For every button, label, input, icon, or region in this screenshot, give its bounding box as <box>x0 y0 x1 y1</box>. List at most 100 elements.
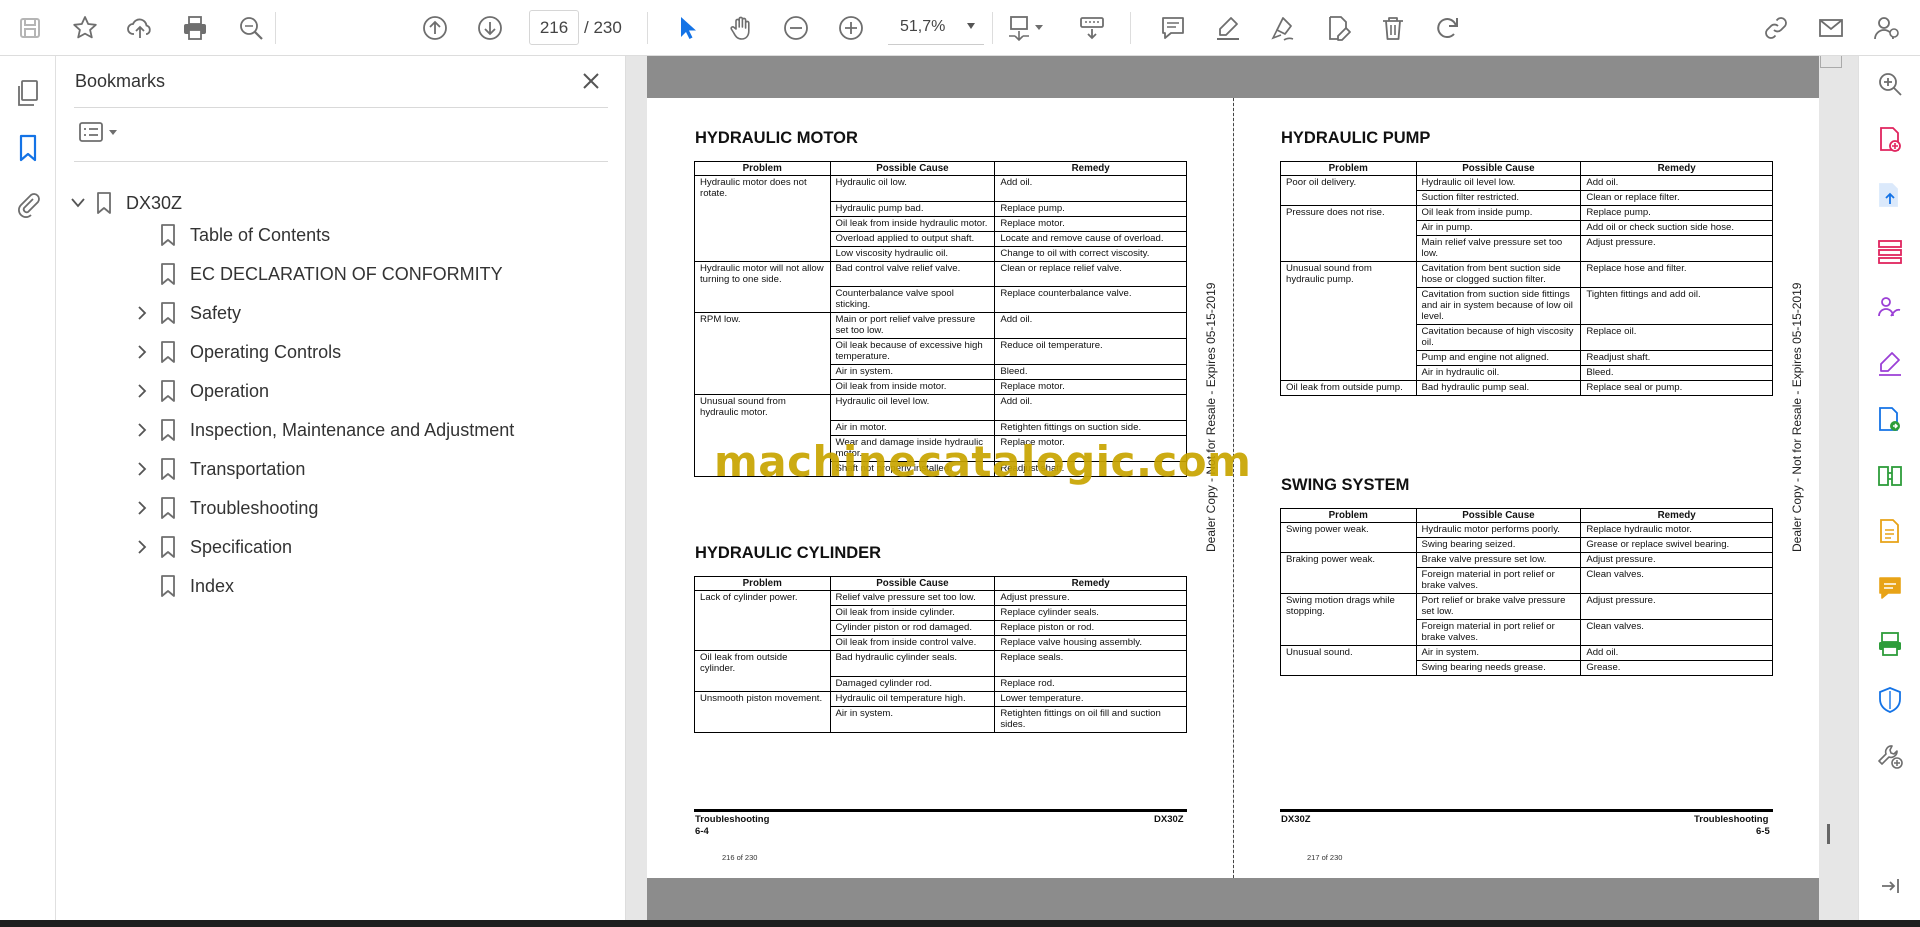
export-pdf-icon[interactable] <box>1872 178 1908 214</box>
upload-cloud-icon[interactable] <box>124 10 156 46</box>
cause-cell: Cavitation from bent suction side hose o… <box>1415 261 1582 288</box>
table-row: Oil leak from outside pump. Bad hydraulic… <box>1280 380 1773 396</box>
cause-cell: Counterbalance valve spool sticking. <box>829 286 996 313</box>
zoom-in-icon[interactable] <box>835 10 867 46</box>
delete-trash-icon[interactable] <box>1377 10 1409 46</box>
cause-cell: Main or port relief valve pressure set t… <box>829 312 996 339</box>
chevron-right-icon[interactable] <box>132 420 152 440</box>
bookmark-icon <box>158 574 178 598</box>
problem-cell <box>1280 350 1417 366</box>
bookmark-item[interactable]: EC DECLARATION OF CONFORMITY <box>132 258 503 290</box>
bookmark-icon <box>158 418 178 442</box>
table-row: Low viscosity hydraulic oil. Change to oi… <box>694 245 1187 262</box>
cause-cell: Cylinder piston or rod damaged. <box>829 620 996 636</box>
bookmark-item[interactable]: Inspection, Maintenance and Adjustment <box>132 414 514 446</box>
scrollbar-thumb[interactable] <box>1827 824 1830 844</box>
problem-cell: Lack of cylinder power. <box>694 590 831 606</box>
main-toolbar: 216 / 230 51,7% <box>0 0 1920 56</box>
zoom-out-icon[interactable] <box>780 10 812 46</box>
organize-pages-icon[interactable] <box>1872 234 1908 270</box>
table-row: Oil leak from inside cylinder. Replace cy… <box>694 605 1187 621</box>
protect-shield-icon[interactable] <box>1872 682 1908 718</box>
table-row: Unusual sound. Air in system. Add oil. <box>1280 645 1773 661</box>
chevron-right-icon[interactable] <box>132 342 152 362</box>
comment-tool-icon[interactable] <box>1872 570 1908 606</box>
chevron-down-icon[interactable] <box>68 193 88 213</box>
select-cursor-icon[interactable] <box>671 10 703 46</box>
section-title: HYDRAULIC PUMP <box>1281 129 1431 147</box>
table-row: Braking power weak. Brake valve pressure … <box>1280 552 1773 568</box>
chevron-right-icon[interactable] <box>132 537 152 557</box>
draw-pen-icon[interactable] <box>1267 10 1299 46</box>
bookmark-item[interactable]: Operating Controls <box>132 336 341 368</box>
page-number-input[interactable]: 216 <box>529 10 579 45</box>
bookmark-item[interactable]: Table of Contents <box>132 219 330 251</box>
page-thumbnails-icon[interactable] <box>10 75 46 111</box>
close-icon[interactable] <box>576 66 606 96</box>
fill-sign-icon[interactable] <box>1872 346 1908 382</box>
edit-pdf-icon[interactable] <box>1872 514 1908 550</box>
footer-page-number: 6-4 <box>695 826 709 837</box>
zoom-search-icon[interactable] <box>235 10 267 46</box>
table-row: Oil leak from inside motor. Replace motor… <box>694 379 1187 395</box>
redo-rotate-icon[interactable] <box>1432 10 1464 46</box>
more-tools-icon[interactable] <box>1872 738 1908 774</box>
bookmark-icon <box>158 379 178 403</box>
vertical-dealer-note: Dealer Copy - Not for Resale - Expires 0… <box>1790 282 1804 552</box>
comment-icon[interactable] <box>1157 10 1189 46</box>
bookmark-item[interactable]: Safety <box>132 297 241 329</box>
expand-panel-icon[interactable] <box>1872 868 1908 904</box>
remedy-cell: Clean valves. <box>1580 619 1773 646</box>
email-icon[interactable] <box>1815 10 1847 46</box>
table-row: Air in system. Bleed. <box>694 364 1187 380</box>
problem-cell: RPM low. <box>694 312 831 339</box>
send-for-review-icon[interactable] <box>1872 402 1908 438</box>
scan-ocr-icon[interactable] <box>1872 626 1908 662</box>
page-fit-icon[interactable] <box>1003 10 1051 46</box>
bookmark-root[interactable]: DX30Z <box>68 187 182 219</box>
create-pdf-icon[interactable] <box>1872 122 1908 158</box>
next-page-icon[interactable] <box>474 10 506 46</box>
star-icon[interactable] <box>69 10 101 46</box>
edit-text-icon[interactable] <box>1322 10 1354 46</box>
zoom-level-select[interactable]: 51,7% <box>888 10 984 45</box>
attachment-paperclip-icon[interactable] <box>10 186 46 222</box>
column-header-cause: Possible Cause <box>1415 161 1582 176</box>
chevron-right-icon[interactable] <box>132 303 152 323</box>
print-icon[interactable] <box>179 10 211 46</box>
hand-tool-icon[interactable] <box>725 10 757 46</box>
table-row: Suction filter restricted. Clean or repla… <box>1280 190 1773 206</box>
table-row: Unusual sound from hydraulic motor. Hydra… <box>694 394 1187 421</box>
bookmark-label: EC DECLARATION OF CONFORMITY <box>190 263 503 284</box>
table-row: Cavitation from suction side fittings an… <box>1280 287 1773 325</box>
table-row: Hydraulic motor does not rotate. Hydrauli… <box>694 175 1187 202</box>
table-row: Air in motor. Retighten fittings on sucti… <box>694 419 1187 436</box>
chevron-right-icon[interactable] <box>132 498 152 518</box>
request-signature-icon[interactable] <box>1872 290 1908 326</box>
table-row: Pump and engine not aligned. Readjust sha… <box>1280 350 1773 366</box>
bookmark-options-dropdown[interactable] <box>78 118 124 146</box>
remedy-cell: Replace seal or pump. <box>1580 380 1773 396</box>
cause-cell: Air in pump. <box>1415 220 1582 236</box>
previous-page-icon[interactable] <box>419 10 451 46</box>
share-link-icon[interactable] <box>1760 10 1792 46</box>
bookmarks-panel-icon[interactable] <box>10 130 46 166</box>
bookmark-root-label: DX30Z <box>126 192 183 213</box>
highlight-pen-icon[interactable] <box>1212 10 1244 46</box>
save-icon[interactable] <box>14 10 46 46</box>
table-row: Air in pump. Add oil or check suction sid… <box>1280 220 1773 236</box>
chevron-right-icon[interactable] <box>132 381 152 401</box>
zoom-search-icon[interactable] <box>1872 66 1908 102</box>
keyboard-scroll-icon[interactable] <box>1076 10 1108 46</box>
bookmark-item[interactable]: Transportation <box>132 453 305 485</box>
left-nav-rail <box>0 56 56 920</box>
bookmark-item[interactable]: Operation <box>132 375 269 407</box>
bookmark-item[interactable]: Specification <box>132 531 292 563</box>
bookmark-item[interactable]: Troubleshooting <box>132 492 318 524</box>
compare-files-icon[interactable] <box>1872 458 1908 494</box>
table-row: Foreign material in port relief or brake… <box>1280 567 1773 594</box>
account-user-icon[interactable] <box>1870 10 1902 46</box>
footer-section: Troubleshooting <box>695 814 770 825</box>
bookmark-item[interactable]: Index <box>132 570 234 602</box>
chevron-right-icon[interactable] <box>132 459 152 479</box>
